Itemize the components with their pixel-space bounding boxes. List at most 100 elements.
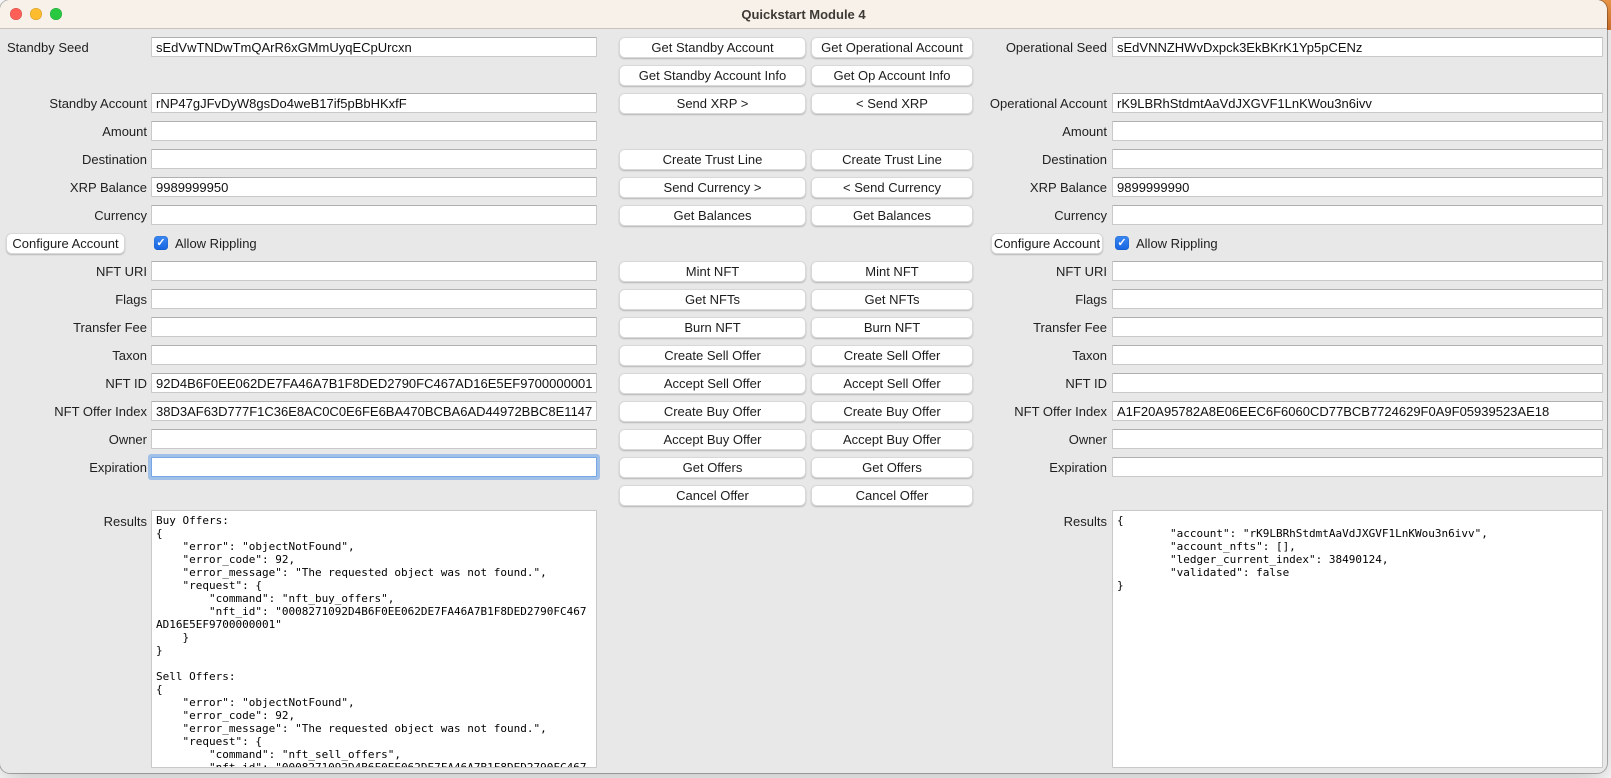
operational-seed-input[interactable] (1112, 37, 1603, 57)
operational-owner-input[interactable] (1112, 429, 1603, 449)
operational-account-input[interactable] (1112, 93, 1603, 113)
standby-currency-input[interactable] (151, 205, 597, 225)
operational-expiration-label: Expiration (977, 453, 1107, 481)
standby-flags-label: Flags (0, 285, 147, 313)
standby-seed-input[interactable] (151, 37, 597, 57)
operational-destination-input[interactable] (1112, 149, 1603, 169)
standby-accept-buy-offer-button[interactable]: Accept Buy Offer (619, 429, 806, 450)
get-operational-account-button[interactable]: Get Operational Account (811, 37, 973, 58)
standby-taxon-input[interactable] (151, 345, 597, 365)
close-button[interactable] (10, 8, 22, 20)
standby-nft-uri-input[interactable] (151, 261, 597, 281)
operational-create-sell-offer-button[interactable]: Create Sell Offer (811, 345, 973, 366)
operational-create-buy-offer-button[interactable]: Create Buy Offer (811, 401, 973, 422)
standby-get-nfts-button[interactable]: Get NFTs (619, 289, 806, 310)
operational-expiration-input[interactable] (1112, 457, 1603, 477)
operational-get-nfts-button[interactable]: Get NFTs (811, 289, 973, 310)
operational-nft-uri-input[interactable] (1112, 261, 1603, 281)
operational-amount-label: Amount (977, 117, 1107, 145)
zoom-button[interactable] (50, 8, 62, 20)
standby-create-sell-offer-button[interactable]: Create Sell Offer (619, 345, 806, 366)
operational-amount-input[interactable] (1112, 121, 1603, 141)
operational-account-label: Operational Account (977, 89, 1107, 117)
send-currency-left-button[interactable]: < Send Currency (811, 177, 973, 198)
standby-accept-sell-offer-button[interactable]: Accept Sell Offer (619, 373, 806, 394)
standby-nft-offer-index-input[interactable] (151, 401, 597, 421)
send-xrp-left-button[interactable]: < Send XRP (811, 93, 973, 114)
operational-allow-rippling-checkbox[interactable]: ✓ (1115, 236, 1129, 250)
standby-nft-uri-label: NFT URI (0, 257, 147, 285)
operational-allow-rippling-row: ✓ Allow Rippling (1112, 229, 1603, 257)
standby-amount-label: Amount (0, 117, 147, 145)
operational-owner-label: Owner (977, 425, 1107, 453)
operational-mint-nft-button[interactable]: Mint NFT (811, 261, 973, 282)
operational-accept-sell-offer-button[interactable]: Accept Sell Offer (811, 373, 973, 394)
operational-destination-label: Destination (977, 145, 1107, 173)
standby-nft-offer-index-label: NFT Offer Index (0, 397, 147, 425)
operational-get-offers-button[interactable]: Get Offers (811, 457, 973, 478)
get-op-account-info-button[interactable]: Get Op Account Info (811, 65, 973, 86)
standby-cancel-offer-button[interactable]: Cancel Offer (619, 485, 806, 506)
standby-expiration-label: Expiration (0, 453, 147, 481)
standby-allow-rippling-label: Allow Rippling (175, 236, 257, 251)
operational-flags-input[interactable] (1112, 289, 1603, 309)
standby-configure-account-button[interactable]: Configure Account (6, 233, 125, 254)
standby-allow-rippling-checkbox[interactable]: ✓ (154, 236, 168, 250)
standby-transfer-fee-input[interactable] (151, 317, 597, 337)
standby-transfer-fee-label: Transfer Fee (0, 313, 147, 341)
operational-create-trust-line-button[interactable]: Create Trust Line (811, 149, 973, 170)
standby-configure-wrap: Configure Account (0, 229, 147, 257)
standby-expiration-input[interactable] (151, 457, 597, 477)
operational-get-balances-button[interactable]: Get Balances (811, 205, 973, 226)
operational-nft-id-input[interactable] (1112, 373, 1603, 393)
standby-nft-id-label: NFT ID (0, 369, 147, 397)
standby-create-trust-line-button[interactable]: Create Trust Line (619, 149, 806, 170)
title-bar[interactable]: Quickstart Module 4 (0, 0, 1607, 29)
standby-get-offers-button[interactable]: Get Offers (619, 457, 806, 478)
operational-transfer-fee-input[interactable] (1112, 317, 1603, 337)
send-xrp-right-button[interactable]: Send XRP > (619, 93, 806, 114)
standby-destination-label: Destination (0, 145, 147, 173)
operational-transfer-fee-label: Transfer Fee (977, 313, 1107, 341)
standby-amount-input[interactable] (151, 121, 597, 141)
window-title: Quickstart Module 4 (741, 7, 865, 22)
operational-burn-nft-button[interactable]: Burn NFT (811, 317, 973, 338)
standby-burn-nft-button[interactable]: Burn NFT (619, 317, 806, 338)
operational-xrp-balance-input[interactable] (1112, 177, 1603, 197)
standby-xrp-balance-label: XRP Balance (0, 173, 147, 201)
standby-xrp-balance-input[interactable] (151, 177, 597, 197)
check-icon: ✓ (1117, 238, 1126, 249)
standby-currency-label: Currency (0, 201, 147, 229)
get-standby-account-info-button[interactable]: Get Standby Account Info (619, 65, 806, 86)
operational-taxon-label: Taxon (977, 341, 1107, 369)
standby-get-balances-button[interactable]: Get Balances (619, 205, 806, 226)
standby-owner-input[interactable] (151, 429, 597, 449)
minimize-button[interactable] (30, 8, 42, 20)
operational-flags-label: Flags (977, 285, 1107, 313)
operational-nft-offer-index-input[interactable] (1112, 401, 1603, 421)
main-content: Standby Seed Get Standby Account Get Ope… (0, 29, 1607, 773)
operational-accept-buy-offer-button[interactable]: Accept Buy Offer (811, 429, 973, 450)
check-icon: ✓ (156, 238, 165, 249)
standby-results-text[interactable]: Buy Offers: { "error": "objectNotFound",… (151, 510, 597, 768)
standby-mint-nft-button[interactable]: Mint NFT (619, 261, 806, 282)
operational-nft-uri-label: NFT URI (977, 257, 1107, 285)
operational-currency-label: Currency (977, 201, 1107, 229)
operational-results-label: Results (977, 509, 1107, 767)
standby-allow-rippling-row: ✓ Allow Rippling (151, 229, 597, 257)
get-standby-account-button[interactable]: Get Standby Account (619, 37, 806, 58)
standby-seed-label: Standby Seed (0, 33, 147, 61)
operational-currency-input[interactable] (1112, 205, 1603, 225)
standby-taxon-label: Taxon (0, 341, 147, 369)
standby-results-label: Results (0, 509, 147, 767)
operational-configure-account-button[interactable]: Configure Account (991, 233, 1103, 254)
operational-results-text[interactable]: { "account": "rK9LBRhStdmtAaVdJXGVF1LnKW… (1112, 510, 1603, 768)
standby-nft-id-input[interactable] (151, 373, 597, 393)
standby-create-buy-offer-button[interactable]: Create Buy Offer (619, 401, 806, 422)
standby-flags-input[interactable] (151, 289, 597, 309)
send-currency-right-button[interactable]: Send Currency > (619, 177, 806, 198)
standby-account-input[interactable] (151, 93, 597, 113)
standby-destination-input[interactable] (151, 149, 597, 169)
operational-taxon-input[interactable] (1112, 345, 1603, 365)
operational-cancel-offer-button[interactable]: Cancel Offer (811, 485, 973, 506)
